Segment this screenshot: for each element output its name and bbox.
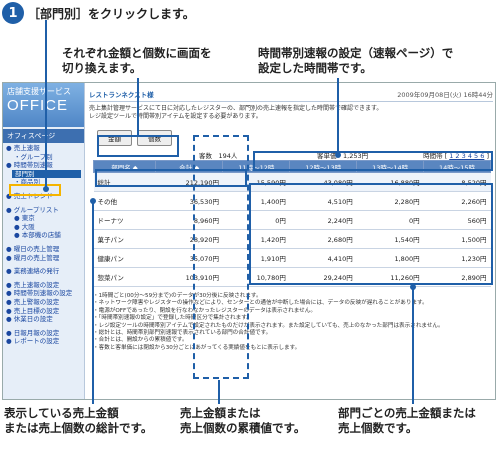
leader-dot — [43, 186, 49, 192]
sidebar-item[interactable]: ● 売上警報の設定 — [6, 298, 81, 307]
cell-name: 菓子パン — [93, 229, 156, 249]
sidebar-item[interactable]: ● 曜日の売上管理 — [6, 245, 81, 254]
leader-line — [412, 286, 414, 404]
sidebar-header: オフィスページ — [3, 129, 84, 143]
footnote: ・ネットワーク障害やレジスターの操作などにより、センターとの通信が中断した場合に… — [93, 300, 428, 307]
footnote: ・合計とは、開設からの累積値です。 — [93, 337, 188, 344]
footnote: ・レジ設定ツールの時間帯別アイテムで設定されたものだけが表示されます。また設定し… — [93, 322, 444, 329]
datetime: 2009年09月08日(火) 16時44分 — [397, 91, 493, 99]
app-screenshot: 店舗支援サービス OFFICE オフィスページ ● 売上速報 ・グループ別 ● 時間… — [2, 82, 496, 400]
sidebar-item[interactable]: ● 日報月報の設定 — [6, 329, 81, 338]
step-number: 1 — [2, 2, 24, 24]
cell-name: ドーナツ — [93, 210, 156, 230]
highlight-toggle — [97, 135, 179, 157]
sidebar-item[interactable]: ● 東京 — [6, 214, 81, 223]
leader-dot — [90, 198, 96, 204]
callout-grand-total: 表示している売上金額 または売上個数の総計です。 — [4, 406, 153, 435]
cell-name: その他 — [93, 191, 156, 211]
sidebar-item[interactable]: ● 売上目標の設定 — [6, 307, 81, 316]
description: 売上集計管理サービスにて日に対応したレジスターの、部門別の売上速報を指定した時間… — [89, 105, 383, 120]
leader-line — [218, 380, 220, 404]
callout-toggle: それぞれ金額と個数に画面を 切り換えます。 — [62, 46, 212, 75]
sidebar-item[interactable]: ・グループ別 — [6, 153, 81, 162]
step-header: 1 ［部門別］をクリックします。 — [2, 2, 195, 24]
cell-name: 惣菜パン — [93, 267, 156, 287]
sidebar-nav: ● 売上速報 ・グループ別 ● 時間帯別速報 部門別 ・商品別 ● 売上トレンド ● グルー… — [3, 143, 84, 347]
footnote: ・客数と客単価には閉設から30分ごとにあがってくる実績値をもとに表示します。 — [93, 344, 301, 351]
sidebar-item[interactable]: ● 時間帯別速報の設定 — [6, 289, 81, 298]
shop-name: レストランネクスト様 — [89, 91, 154, 99]
step-instruction: ［部門別］をクリックします。 — [28, 6, 195, 21]
leader-dot — [410, 284, 416, 290]
app-logo: 店舗支援サービス OFFICE — [3, 83, 84, 127]
leader-dot — [335, 152, 341, 158]
leader-line — [45, 20, 47, 188]
callout-department: 部門ごとの売上金額または 売上個数です。 — [338, 406, 476, 435]
footnote: ・「時間帯別速報の設定」で登録した時間区分で集計されます。 — [93, 315, 252, 322]
sidebar-item[interactable]: ● 業務連絡の発行 — [6, 267, 81, 276]
sidebar-item[interactable]: ● 時間帯別速報 — [6, 161, 81, 170]
callout-timezone: 時間帯別速報の設定（速報ページ）で 設定した時間帯です。 — [258, 46, 454, 75]
leader-line — [92, 200, 94, 404]
highlight-department — [249, 183, 493, 285]
sidebar: 店舗支援サービス OFFICE オフィスページ ● 売上速報 ・グループ別 ● 時間… — [3, 83, 85, 399]
sidebar-item[interactable]: ● レポートの設定 — [6, 337, 81, 346]
sidebar-item[interactable]: ● グループリスト — [6, 206, 81, 215]
cell-name: 健康パン — [93, 248, 156, 268]
leader-line — [137, 78, 139, 136]
footnotes: ・1時間ごと(00分〜59分まで)のデータが30分後に反映されます。 ・ネットワー… — [89, 293, 493, 352]
sidebar-item[interactable]: ● 売上速報の設定 — [6, 281, 81, 290]
sidebar-item[interactable]: ● 大阪 — [6, 223, 81, 232]
highlight-grand-total — [95, 169, 247, 187]
selection-highlight — [9, 184, 61, 196]
highlight-timezone — [253, 151, 493, 171]
sidebar-item[interactable]: ● 本部機の店舗 — [6, 231, 81, 240]
leader-line — [337, 78, 339, 154]
sidebar-item[interactable]: ● 休業日の設定 — [6, 315, 81, 324]
sidebar-item[interactable]: ● 売上速報 — [6, 144, 81, 153]
callout-cumulative: 売上金額または 売上個数の累積値です。 — [180, 406, 306, 435]
sidebar-item[interactable]: ● 曜月の売上管理 — [6, 254, 81, 263]
